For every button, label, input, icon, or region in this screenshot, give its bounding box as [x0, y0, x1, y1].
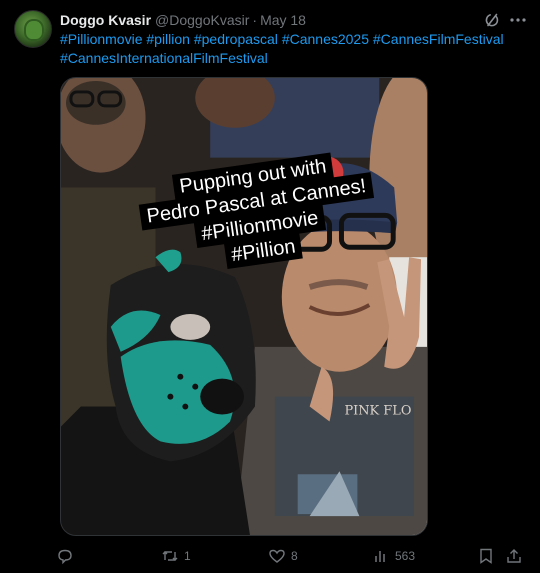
- retweet-icon: [162, 551, 178, 561]
- hashtag-link[interactable]: #Pillionmovie: [60, 31, 142, 47]
- retweet-button[interactable]: 1: [161, 545, 191, 567]
- retweet-count: 1: [184, 549, 191, 563]
- hashtag-link[interactable]: #pillion: [146, 31, 190, 47]
- share-button[interactable]: [505, 545, 523, 567]
- hashtags-line-2: #CannesInternationalFilmFestival: [60, 49, 530, 68]
- bookmark-icon: [480, 548, 492, 564]
- tweet-actions: 1 8 563: [56, 545, 530, 567]
- reply-icon: [58, 549, 72, 565]
- like-icon: [269, 549, 285, 563]
- user-handle[interactable]: @DoggoKvasir: [155, 12, 249, 28]
- bookmark-button[interactable]: [477, 545, 495, 567]
- tweet-header: Doggo Kvasir @DoggoKvasir · May 18: [60, 11, 306, 29]
- photo-caption-overlay: Pupping out with Pedro Pascal at Cannes!…: [132, 148, 391, 336]
- views-icon: [375, 551, 385, 562]
- hashtag-link[interactable]: #CannesInternationalFilmFestival: [60, 50, 268, 66]
- tweet-text: #Pillionmovie #pillion #pedropascal #Can…: [60, 30, 530, 68]
- hashtags-line-1: #Pillionmovie #pillion #pedropascal #Can…: [60, 30, 530, 49]
- tweet-date[interactable]: May 18: [260, 12, 306, 28]
- like-count: 8: [291, 549, 298, 563]
- tweet-photo[interactable]: PINK FLO Pupping out with Pedro Pascal a…: [60, 77, 428, 536]
- shirt-print-text: PINK FLO: [344, 404, 411, 419]
- separator: ·: [252, 12, 258, 28]
- hashtag-link[interactable]: #CannesFilmFestival: [373, 31, 504, 47]
- share-icon: [507, 549, 521, 563]
- avatar[interactable]: [14, 10, 52, 48]
- hashtag-link[interactable]: #pedropascal: [194, 31, 278, 47]
- views-button[interactable]: 563: [372, 545, 415, 567]
- display-name[interactable]: Doggo Kvasir: [60, 12, 151, 28]
- grok-icon[interactable]: [482, 10, 502, 30]
- like-button[interactable]: 8: [268, 545, 298, 567]
- views-count: 563: [395, 549, 416, 563]
- hashtag-link[interactable]: #Cannes2025: [282, 31, 369, 47]
- more-icon[interactable]: [508, 10, 528, 30]
- tweet[interactable]: Doggo Kvasir @DoggoKvasir · May 18 #Pill…: [0, 0, 540, 573]
- reply-button[interactable]: [56, 545, 79, 567]
